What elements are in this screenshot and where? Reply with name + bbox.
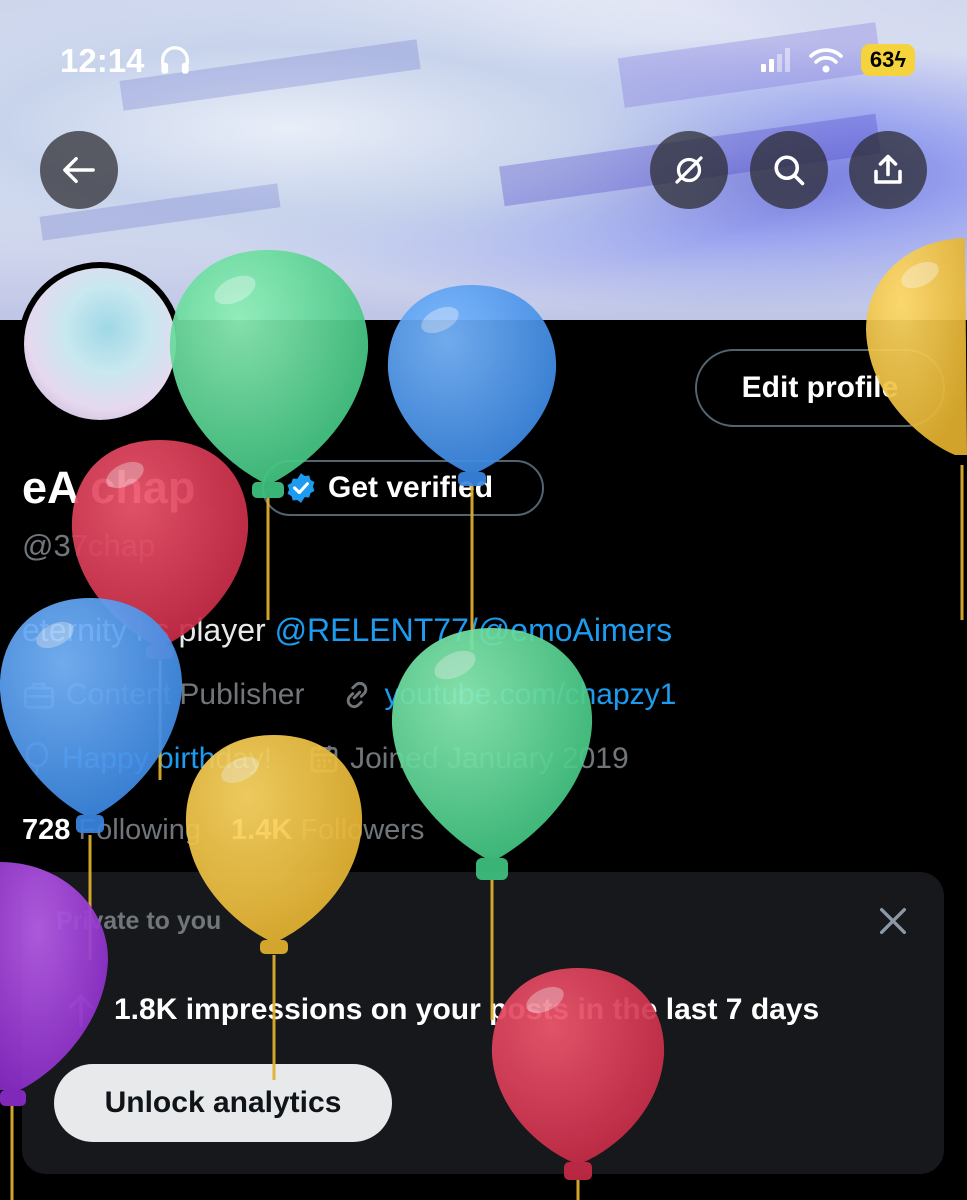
get-verified-label: Get verified <box>328 471 494 504</box>
broken-link-button[interactable] <box>650 131 728 209</box>
link-icon <box>347 681 368 709</box>
status-time: 12:14 <box>60 42 192 80</box>
status-indicators: 63ϟ <box>760 44 915 76</box>
follow-stats: 728 Following 1.4K Followers <box>22 814 424 847</box>
briefcase-icon <box>24 682 54 709</box>
profile-meta-row-1: Content Publisher youtube.com/chapzy1 <box>22 678 676 712</box>
get-verified-button[interactable]: Get verified <box>262 460 544 516</box>
close-card-button[interactable] <box>876 904 910 943</box>
profile-bio: eternity hs player @RELENT77/@emoAimers <box>22 612 672 649</box>
battery-indicator: 63ϟ <box>860 44 915 76</box>
birthday-text: Happy birthday! <box>62 742 273 775</box>
profile-name: eA chap <box>22 462 196 513</box>
balloon-icon <box>25 742 49 775</box>
charging-icon: ϟ <box>894 47 906 72</box>
profile-website-link[interactable]: youtube.com/chapzy1 <box>384 678 676 712</box>
edit-profile-button[interactable]: Edit profile <box>695 349 945 427</box>
profile-category: Content Publisher <box>66 678 305 711</box>
arrow-left-icon <box>63 156 95 184</box>
broken-link-icon <box>675 156 703 184</box>
headphones-icon <box>160 46 189 74</box>
bio-mention-emoaimers[interactable]: @emoAimers <box>478 612 672 648</box>
close-icon <box>879 907 907 935</box>
search-button[interactable] <box>750 131 828 209</box>
profile-handle: @37chap <box>22 528 156 563</box>
joined-date: Joined January 2019 <box>350 742 629 775</box>
arrow-up-icon <box>68 994 94 1027</box>
back-button[interactable] <box>40 131 118 209</box>
calendar-icon <box>310 745 338 773</box>
avatar[interactable] <box>18 262 182 426</box>
signal-icon <box>760 48 790 72</box>
share-icon <box>874 154 902 184</box>
bio-separator: / <box>468 612 478 648</box>
profile-meta-row-2: Happy birthday! Joined January 2019 <box>22 742 629 776</box>
bio-mention-relent[interactable]: @RELENT77 <box>275 612 469 648</box>
share-button[interactable] <box>849 131 927 209</box>
analytics-card: Private to you 1.8K impressions on your … <box>22 872 944 1174</box>
followers-link[interactable]: 1.4K Followers <box>231 814 424 846</box>
unlock-analytics-button[interactable]: Unlock analytics <box>54 1064 392 1142</box>
impressions-text: 1.8K impressions on your posts in the la… <box>114 993 820 1026</box>
wifi-icon <box>809 48 843 73</box>
bio-text: eternity hs player <box>22 612 266 648</box>
search-icon <box>774 155 805 186</box>
card-label: Private to you <box>56 907 222 935</box>
following-link[interactable]: 728 Following <box>22 814 201 846</box>
verified-badge-icon <box>287 473 315 503</box>
